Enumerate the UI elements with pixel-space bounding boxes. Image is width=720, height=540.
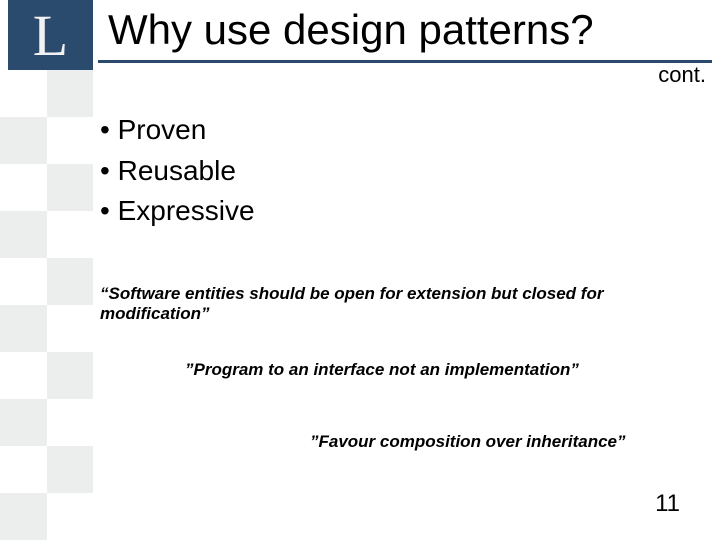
page-number: 11 [655,490,680,518]
bullet-list: Proven Reusable Expressive [100,110,700,232]
logo-letter: L [33,2,68,69]
list-item: Reusable [100,151,700,192]
list-item: Expressive [100,191,700,232]
list-item: Proven [100,110,700,151]
quote-open-closed: “Software entities should be open for ex… [100,284,710,324]
quote-favour-composition: ”Favour composition over inheritance” [310,432,626,452]
decorative-checker [0,70,93,540]
continued-label: cont. [658,62,706,88]
logo: L [8,0,93,70]
slide-body: Proven Reusable Expressive [100,110,700,232]
slide-header: L Why use design patterns? cont. [0,0,720,76]
header-rule [98,60,712,63]
slide-title: Why use design patterns? [108,6,594,54]
quote-program-interface: ”Program to an interface not an implemen… [185,360,579,380]
